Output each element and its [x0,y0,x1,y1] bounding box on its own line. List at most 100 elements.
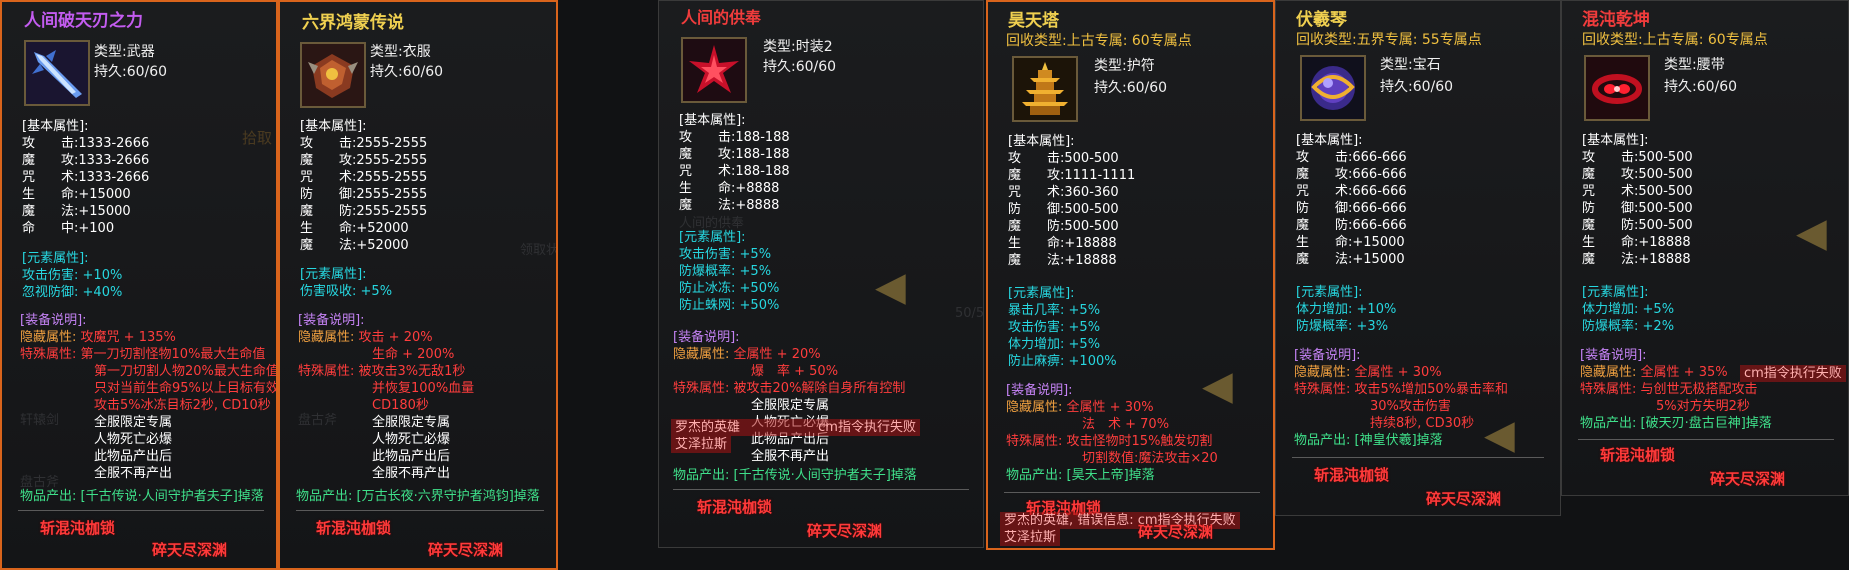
special-label: 特殊属性: [20,347,77,362]
note-line: 全服限定专属 [94,415,173,430]
special-value: 只对当前生命95%以上目标有效 [94,381,278,396]
type-value: 武器 [126,44,155,60]
stat-row: 魔 法:+18888 [1008,252,1135,269]
stat-value: +5% [1068,337,1101,352]
stat-row: 魔 法:+52000 [300,237,427,254]
item-source: 物品产出: [万古长夜·六界守护者鸿钧]掉落 [296,488,540,505]
stat-label: 魔 防: [1296,218,1353,233]
special-value: 第一刀切割怪物10%最大生命值 [80,347,266,362]
item-type: 类型:腰带 [1664,55,1725,75]
stat-label: 攻 击: [22,136,79,151]
type-label: 类型: [1380,57,1413,73]
special-label: 特殊属性: [673,381,730,396]
stat-row: 魔 法:+8888 [679,197,790,214]
type-value: 腰带 [1696,57,1725,73]
special-value: 与创世无极搭配攻击 [1640,382,1758,397]
arrow-left-icon: ◀ [1796,210,1827,256]
item-durability: 持久:60/60 [1380,79,1454,95]
stat-value: 1333-2666 [78,136,150,151]
stat-label: 生 命: [300,221,357,236]
stat-value: +10% [1356,302,1397,317]
item-type: 类型:武器 [94,42,155,62]
stat-row: 防 御:500-500 [1008,201,1135,218]
stat-value: 500-500 [1638,150,1693,165]
special-value: 并恢复100%血量 [372,381,475,396]
stat-row: 魔 攻:188-188 [679,146,790,163]
footer-slogan-2: 碎天尽深渊 [807,522,883,540]
divider [1004,492,1260,493]
stat-row: 咒 术:1333-2666 [22,169,149,186]
section-header: [装备说明]: [20,313,87,328]
hidden-value: 全属性 + 20% [733,347,821,362]
hidden-label: 隐藏属性: [673,347,730,362]
special-value: 被攻击20%解除自身所有控制 [733,381,906,396]
stat-row: 魔 攻:1111-1111 [1008,167,1135,184]
stat-label: 生 命: [1582,235,1639,250]
element-attributes: [元素属性]: 体力增加: +5% 防爆概率: +2% [1582,284,1674,335]
stat-row: 咒 术:2555-2555 [300,169,427,186]
footer-slogan-1: 斩混沌枷锁 [1600,446,1676,464]
section-header: [基本属性]: [1008,134,1075,149]
special-label: 特殊属性: [1294,382,1351,397]
divider [1292,457,1544,458]
stat-row: 咒 术:500-500 [1582,183,1693,200]
stat-value: 500-500 [1064,202,1119,217]
item-tooltip-panel-4: ◀ 昊天塔 回收类型:上古专属: 60专属点 类型:护符 持久:60/60 [基… [986,0,1275,550]
base-attributes: [基本属性]: 攻 击:1333-2666 魔 攻:1333-2666 咒 术:… [22,118,149,237]
footer-slogan-2: 碎天尽深渊 [1710,470,1786,488]
section-header: [基本属性]: [1582,133,1649,148]
stat-label: 魔 攻: [1008,168,1065,183]
crystal-star-icon [681,37,747,103]
stat-value: 1333-2666 [78,170,150,185]
stat-row: 攻 击:500-500 [1008,150,1135,167]
special-attr-row: 特殊属性: 被攻击20%解除自身所有控制 [673,380,905,397]
special-value: 切割数值:魔法攻击×20 [1082,451,1218,466]
source-value: [千古传说·人间守护者夫子]掉落 [733,468,917,483]
item-durability: 持久:60/60 [370,64,444,80]
stat-value: +5% [739,264,772,279]
hidden-attr-row: 隐藏属性: 全属性 + 30% [1294,364,1508,381]
stat-row: 攻击伤害: +5% [1008,319,1117,336]
stat-row: 攻 击:666-666 [1296,149,1407,166]
stat-label: 攻击伤害: [22,268,79,283]
item-source: 物品产出: [千古传说·人间守护者夫子]掉落 [20,488,264,505]
stat-value: 500-500 [1064,151,1119,166]
element-attributes: [元素属性]: 攻击伤害: +5% 防爆概率: +5% 防止冰冻: +50% 防… [679,229,779,314]
type-label: 类型: [1664,57,1697,73]
section-header: [装备说明]: [1294,348,1361,363]
stat-label: 防爆概率: [679,264,736,279]
stat-label: 防爆概率: [1582,319,1639,334]
item-type: 类型:时装2 [763,37,833,57]
type-value: 衣服 [402,44,431,60]
stat-value: +15000 [1352,235,1405,250]
source-label: 物品产出: [1006,468,1063,483]
stat-value: 2555-2555 [356,204,428,219]
stat-label: 咒 术: [1008,185,1065,200]
hidden-attr-row: 隐藏属性: 攻击 + 20% [298,329,474,346]
stat-value: 1333-2666 [78,153,150,168]
source-label: 物品产出: [673,468,730,483]
stat-value: +15000 [78,187,131,202]
hidden-value: 全属性 + 35% [1640,365,1728,380]
item-durability: 持久:60/60 [94,64,168,80]
stat-row: 魔 法:+18888 [1582,251,1693,268]
recycle-type: 回收类型:上古专属: 60专属点 [1582,32,1768,49]
stat-label: 魔 攻: [1296,167,1353,182]
stat-label: 魔 法: [22,204,79,219]
stat-row: 攻 击:500-500 [1582,149,1693,166]
divider [1578,439,1834,440]
special-value: 持续8秒, CD30秒 [1370,416,1475,431]
base-attributes: [基本属性]: 攻 击:2555-2555 魔 攻:2555-2555 咒 术:… [300,118,427,254]
section-header: [装备说明]: [298,313,365,328]
stat-value: 666-666 [1352,184,1407,199]
stat-label: 魔 防: [1008,219,1065,234]
stat-value: 666-666 [1352,201,1407,216]
stat-value: +100% [1068,354,1117,369]
stat-value: +50% [739,298,780,313]
type-label: 类型: [94,44,127,60]
stat-label: 攻击伤害: [1008,320,1065,335]
equip-description: [装备说明]: 隐藏属性: 全属性 + 30% 特殊属性: 攻击5%增加50%暴… [1294,347,1508,449]
stat-label: 防 御: [1296,201,1353,216]
type-value: 护符 [1126,58,1155,74]
stat-row: 防止麻痹: +100% [1008,353,1117,370]
